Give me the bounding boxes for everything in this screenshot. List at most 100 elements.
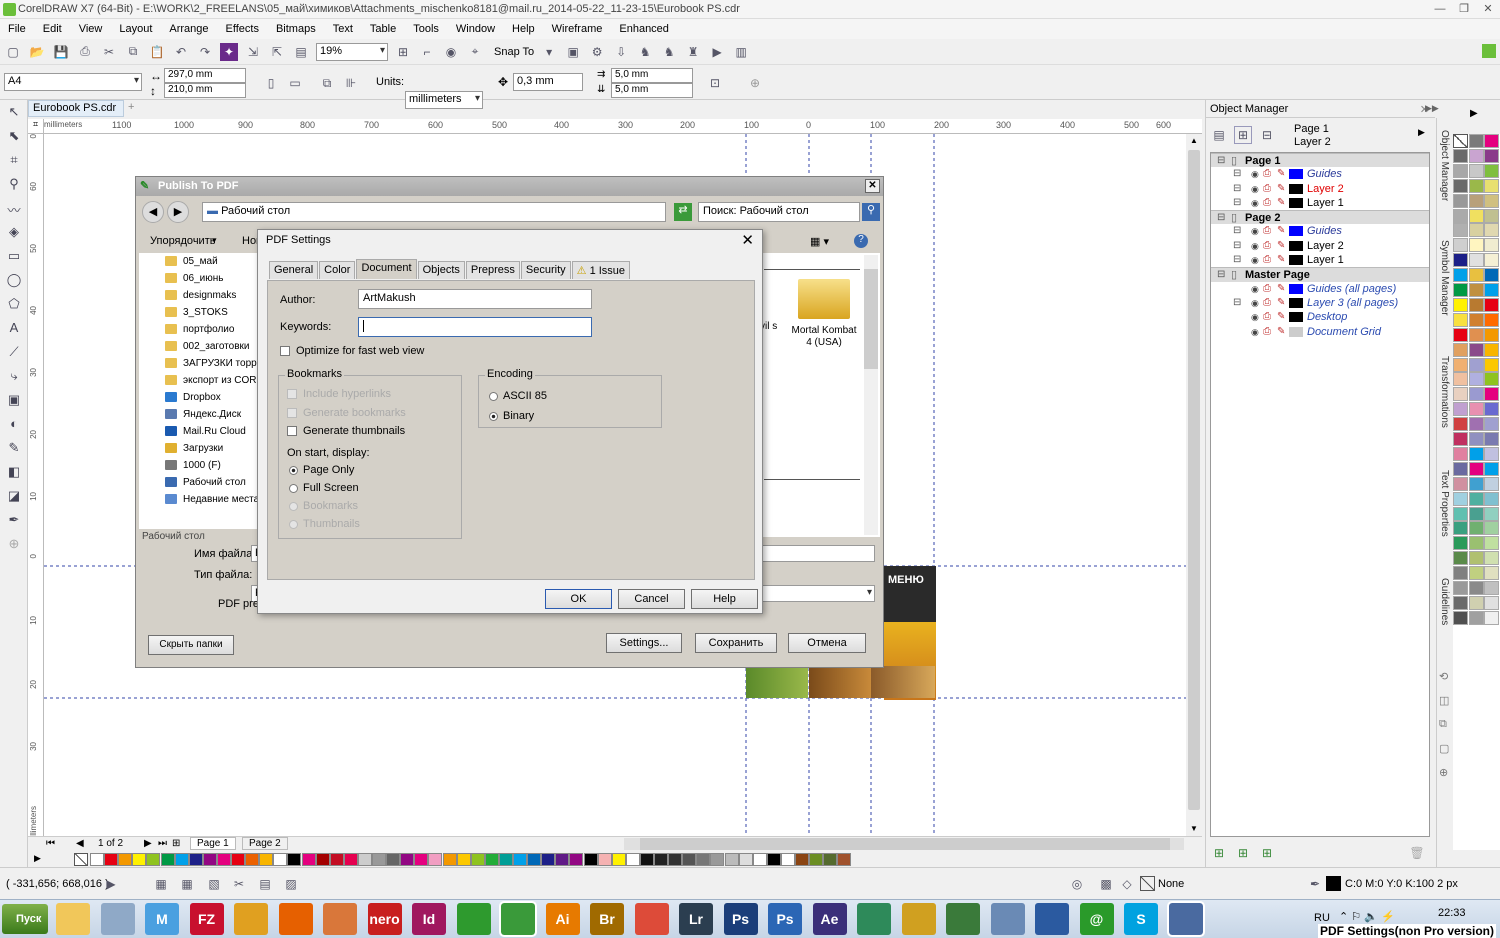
printable-icon[interactable]: ⎙ [1263,253,1271,267]
visibility-eye-icon[interactable]: ◉ [1251,325,1259,339]
firefox-icon[interactable] [278,903,313,935]
printable-icon[interactable]: ⎙ [1263,296,1271,310]
organize-button[interactable]: Упорядочить [150,235,215,247]
pen-icon[interactable] [234,903,268,935]
editable-pencil-icon[interactable]: ✎ [1277,296,1285,310]
folder-icon[interactable] [798,279,850,319]
expand-icon[interactable]: ⊟ [1233,239,1241,253]
palette-swatch[interactable] [400,853,415,866]
page-width-field[interactable]: 297,0 mm [164,68,246,83]
printable-icon[interactable]: ⎙ [1263,282,1271,296]
macro3-icon[interactable]: ♜ [684,43,702,61]
zoom-select[interactable]: 19% [316,42,388,61]
palette-swatch[interactable] [1468,208,1484,223]
units-select[interactable]: millimeters [405,91,483,109]
palette-swatch[interactable] [1484,163,1499,178]
corel-active-icon[interactable] [1166,901,1205,937]
menu-item-wireframe[interactable]: Wireframe [552,23,603,35]
nero-icon[interactable]: nero [367,903,402,935]
pdf-cancel-button[interactable]: Cancel [618,589,685,609]
visibility-eye-icon[interactable]: ◉ [1251,296,1259,310]
printable-icon[interactable]: ⎙ [1263,310,1271,324]
palette-swatch[interactable] [1484,551,1499,566]
tray-icons[interactable]: ⌃ ⚐ 🔈 ⚡ [1339,910,1395,923]
editable-pencil-icon[interactable]: ✎ [1277,196,1285,210]
coreldraw-icon[interactable] [499,901,537,937]
docker-tool-icon[interactable]: ◫ [1439,694,1449,707]
palette-swatch[interactable] [1468,342,1484,357]
folder-item[interactable]: Рабочий стол [139,474,259,491]
save-icon[interactable]: 💾 [52,43,70,61]
palette-swatch[interactable] [1468,610,1484,625]
palette-swatch[interactable] [809,853,824,866]
indesign-icon[interactable]: Id [412,903,446,935]
palette-swatch[interactable] [329,853,344,866]
tree-layer-row[interactable]: ⊟◉⎙✎Document Grid [1211,325,1429,339]
palette-swatch[interactable] [231,853,245,866]
visibility-eye-icon[interactable]: ◉ [1251,196,1259,210]
lightroom-icon[interactable]: Lr [679,903,713,935]
undo-icon[interactable]: ↶ [172,43,190,61]
brush-icon[interactable] [323,903,357,935]
palette-swatch[interactable] [1453,566,1468,581]
docker-tab-transformations[interactable]: Transformations [1439,356,1450,428]
folder-item[interactable]: 05_май [139,253,259,270]
vscroll-thumb[interactable] [1188,150,1200,810]
folder-item[interactable]: 3_STOKS [139,304,259,321]
palette-swatch[interactable] [301,853,316,866]
palette-swatch[interactable] [1468,357,1484,372]
landscape-icon[interactable]: ▭ [286,74,304,92]
expand-icon[interactable]: ⊟ [1233,224,1241,238]
tree-layer-row[interactable]: ⊟◉⎙✎Desktop [1211,310,1429,324]
layer-manager-view-icon[interactable]: ⊟ [1258,126,1276,144]
palette-swatch[interactable] [1484,253,1499,268]
palette-swatch[interactable] [1484,238,1499,253]
tab-document[interactable]: Document [356,259,417,279]
palette-swatch[interactable] [541,853,556,866]
palette-swatch[interactable] [1453,223,1468,238]
notepad-icon[interactable] [100,903,135,935]
palette-swatch[interactable] [696,853,711,866]
palette-swatch[interactable] [1484,223,1499,238]
palette-swatch[interactable] [1468,595,1484,610]
palette-swatch[interactable] [1453,476,1468,491]
editable-pencil-icon[interactable]: ✎ [1277,282,1285,296]
palette-swatch[interactable] [837,853,852,866]
smart-fill-icon[interactable]: ◈ [4,224,24,244]
views-icon[interactable]: ▦ ▾ [810,235,829,248]
palette-swatch[interactable] [1453,283,1468,297]
palette-swatch[interactable] [625,853,640,866]
start-button[interactable]: Пуск [2,904,48,934]
palette-swatch[interactable] [1453,268,1468,283]
binary-radio[interactable]: Binary [489,410,534,422]
palette-swatch[interactable] [1453,595,1468,610]
status-object-icon[interactable]: ▩ [1097,875,1115,893]
palette-swatch[interactable] [1453,506,1468,521]
file-list-thumb[interactable] [864,269,878,369]
menu-item-arrange[interactable]: Arrange [169,23,208,35]
palette-swatch[interactable] [555,853,570,866]
add-page-icon[interactable]: ⊞ [172,838,180,849]
palette-swatch[interactable] [428,853,443,866]
palette-swatch[interactable] [1468,491,1484,506]
tree-layer-row[interactable]: ⊟ ◉ ⎙ ✎ Layer 2 [1211,182,1429,196]
export-icon[interactable]: ⇱ [268,43,286,61]
editable-pencil-icon[interactable]: ✎ [1277,224,1285,238]
palette-swatch[interactable] [1453,372,1468,387]
palette-swatch[interactable] [1468,312,1484,327]
palette-swatch[interactable] [1468,238,1484,253]
tree-layer-row[interactable]: ⊟ ◉ ⎙ ✎ Guides [1211,167,1429,181]
eyedropper-icon[interactable]: ✎ [4,440,24,460]
first-page-icon[interactable]: ⏮ [46,838,55,849]
document-tab[interactable]: Eurobook PS.cdr [28,100,124,117]
application-launcher-icon[interactable]: ⇩ [612,43,630,61]
page-tab-1[interactable]: Page 1 [190,837,236,850]
flash-icon[interactable] [946,903,980,935]
palette-swatch[interactable] [1484,387,1499,402]
page-tab-2[interactable]: Page 2 [242,837,288,850]
palette-left-icon[interactable]: ▶ [34,853,41,864]
folder-item[interactable]: Яндекс.Диск [139,406,259,423]
palette-swatch[interactable] [611,853,626,866]
file-list-scrollbar[interactable] [864,255,878,535]
icq-icon[interactable]: @ [1079,903,1114,935]
